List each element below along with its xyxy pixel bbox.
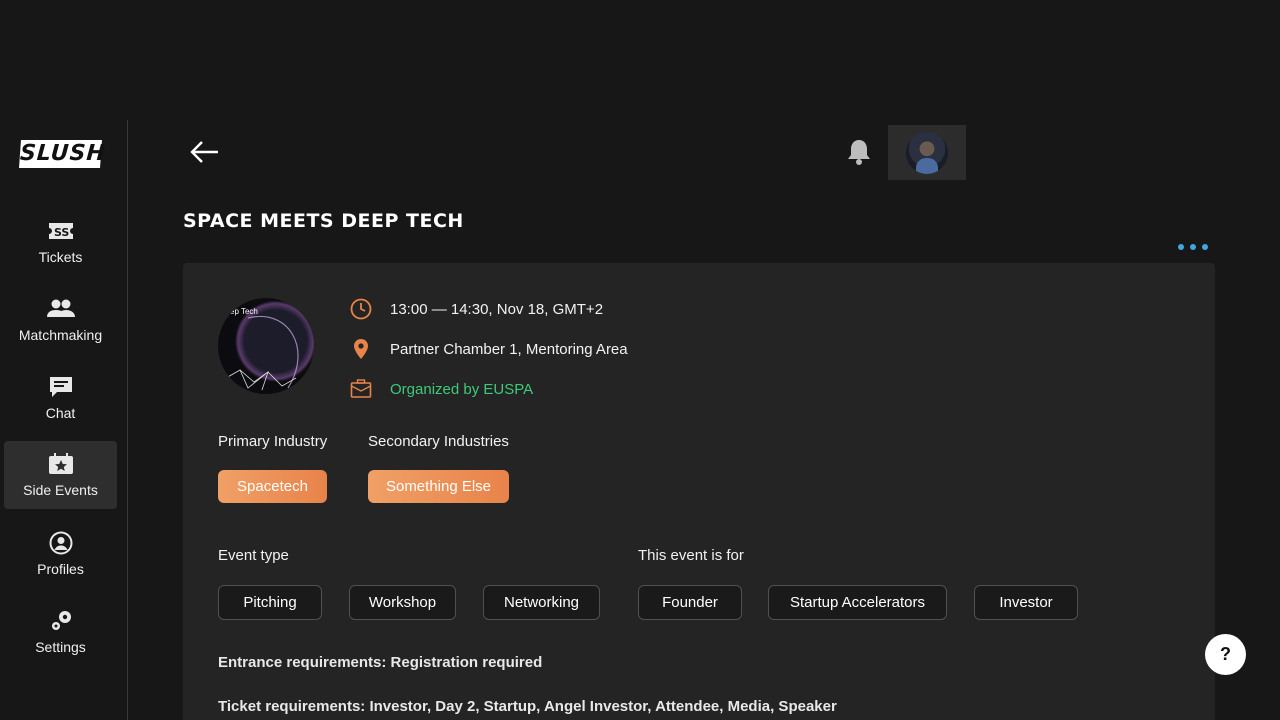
sidebar-item-label: Matchmaking [18,327,103,343]
event-organizer-row: Organized by EUSPA [350,377,533,401]
clock-icon [350,298,372,320]
audience-chip[interactable]: Investor [974,585,1078,620]
event-location: Partner Chamber 1, Mentoring Area [390,340,628,358]
people-icon [46,299,75,317]
slush-logo[interactable]: SLUSH [19,140,107,168]
bell-icon [848,140,870,165]
event-image: ep Tech [218,298,314,394]
entrance-requirements: Entrance requirements: Registration requ… [218,654,543,671]
event-type-chip[interactable]: Networking [483,585,600,620]
arrow-left-icon [190,141,218,163]
ticket-requirements: Ticket requirements: Investor, Day 2, St… [218,698,837,715]
event-type-chip[interactable]: Pitching [218,585,322,620]
event-details-card: ep Tech 13:00 — 14:30, Nov 18, GMT+2 Par… [183,263,1215,720]
ticket-icon: SS [48,223,73,239]
sidebar-item-side-events[interactable]: Side Events [4,441,117,509]
network-graphic [225,315,299,391]
app-root: SLUSH SS Tickets Matchmaking Chat Side E… [0,0,1280,720]
notifications-button[interactable] [846,138,872,166]
event-type-label: Event type [218,547,289,564]
sidebar-item-label: Chat [45,405,76,421]
svg-text:SS: SS [54,226,69,239]
help-button[interactable]: ? [1205,634,1246,675]
sidebar-item-chat[interactable]: Chat [4,364,117,432]
industry-tag: Spacetech [218,470,327,503]
dot-icon [1190,244,1196,250]
dot-icon [1202,244,1208,250]
sidebar-item-label: Settings [35,639,86,655]
gear-icon [51,611,71,630]
audience-chip[interactable]: Founder [638,585,742,620]
sidebar-item-settings[interactable]: Settings [4,598,117,666]
sidebar-item-tickets[interactable]: SS Tickets [4,208,117,276]
briefcase-icon [350,379,372,398]
avatar [906,131,948,174]
chat-icon [49,377,72,397]
user-menu-button[interactable] [888,125,966,180]
event-organizer[interactable]: Organized by EUSPA [390,381,533,398]
page-title: SPACE MEETS DEEP TECH [183,210,464,232]
sidebar-item-label: Side Events [23,482,98,498]
event-time-row: 13:00 — 14:30, Nov 18, GMT+2 [350,297,603,321]
event-type-chip[interactable]: Workshop [349,585,456,620]
event-location-row: Partner Chamber 1, Mentoring Area [350,337,628,361]
calendar-star-icon [48,453,73,474]
sidebar-item-profiles[interactable]: Profiles [4,520,117,588]
audience-chip[interactable]: Startup Accelerators [768,585,947,620]
primary-industry-label: Primary Industry [218,433,328,450]
sidebar: SLUSH SS Tickets Matchmaking Chat Side E… [0,120,128,720]
audience-label: This event is for [638,547,744,564]
more-options-button[interactable] [1178,244,1208,252]
profile-icon [49,531,72,555]
industry-tag: Something Else [368,470,509,503]
sidebar-item-matchmaking[interactable]: Matchmaking [4,286,117,354]
dot-icon [1178,244,1184,250]
secondary-industries-label: Secondary Industries [368,433,509,450]
back-button[interactable] [188,136,222,168]
event-time: 13:00 — 14:30, Nov 18, GMT+2 [390,300,604,318]
sidebar-item-label: Profiles [37,561,84,577]
sidebar-item-label: Tickets [38,249,83,265]
location-pin-icon [354,339,368,359]
